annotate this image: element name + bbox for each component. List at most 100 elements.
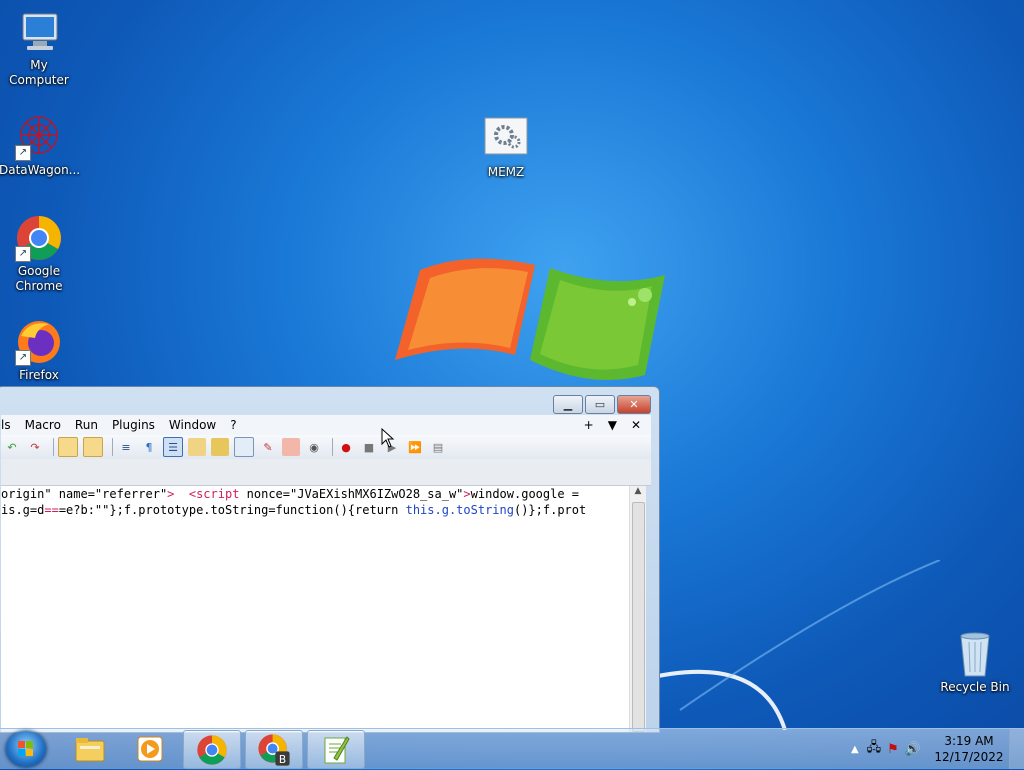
network-icon[interactable]: 🖧 <box>867 738 882 760</box>
computer-icon <box>15 8 63 56</box>
code-editor[interactable]: origin" name="referrer"> <script nonce="… <box>1 486 629 732</box>
show-desktop-button[interactable] <box>1009 729 1024 769</box>
light-streak <box>640 560 940 730</box>
desktop-icon-recycle-bin[interactable]: Recycle Bin <box>935 630 1015 695</box>
menu-bar: ls Macro Run Plugins Window ? + ▼ ✕ <box>1 415 651 435</box>
clock[interactable]: 3:19 AM 12/17/2022 <box>929 733 1009 765</box>
chrome-icon: ↗ <box>15 214 63 262</box>
wrap-icon[interactable]: ≡ <box>117 438 135 456</box>
close-button[interactable]: ✕ <box>617 395 651 414</box>
desktop-icon-datawagon[interactable]: ↗ DataWagon... <box>0 113 81 178</box>
language-icon[interactable] <box>188 438 206 456</box>
windows-start-icon <box>18 741 33 756</box>
editor-window[interactable]: ▁ ▭ ✕ ls Macro Run Plugins Window ? + ▼ … <box>0 386 660 733</box>
clock-time: 3:19 AM <box>944 734 994 748</box>
desktop-icon-label: Recycle Bin <box>940 680 1010 694</box>
folder-icon[interactable] <box>282 438 300 456</box>
menu-help[interactable]: ? <box>223 418 243 432</box>
indent-guide-icon[interactable]: ☰ <box>163 437 183 457</box>
code-token: ()};f.prot <box>513 503 587 517</box>
settings-file-icon <box>482 115 530 163</box>
taskbar-media-player-button[interactable] <box>122 730 178 767</box>
menu-run[interactable]: Run <box>68 418 105 432</box>
chrome-profile-icon: B <box>258 733 290 765</box>
code-token: =e?b:""};f.prototype.toString=function()… <box>58 503 406 517</box>
code-token: <script <box>188 487 240 501</box>
function-list-icon[interactable] <box>234 437 254 457</box>
shortcut-arrow-icon: ↗ <box>15 350 31 366</box>
shortcut-arrow-icon: ↗ <box>15 246 31 262</box>
menu-window[interactable]: Window <box>162 418 223 432</box>
code-token: nonce="JVaEXishMX6IZwO28_sa_w" <box>239 487 464 501</box>
code-token: window.google = <box>470 487 580 501</box>
taskbar-notepadpp-button[interactable] <box>307 730 365 769</box>
code-token: origin" name="referrer" <box>1 487 168 501</box>
show-all-chars-icon[interactable]: ¶ <box>140 438 158 456</box>
menu-plugins[interactable]: Plugins <box>105 418 162 432</box>
explorer-icon <box>75 737 105 761</box>
doc-map-icon[interactable] <box>211 438 229 456</box>
toolbar-separator <box>112 438 113 456</box>
add-tab-button[interactable]: + <box>584 418 594 432</box>
datawagon-icon: ↗ <box>15 113 63 161</box>
minimize-button[interactable]: ▁ <box>553 395 583 414</box>
tab-list-button[interactable]: ▼ <box>608 418 617 432</box>
desktop-icon-my-computer[interactable]: My Computer <box>0 8 79 88</box>
code-line-2: is.g=d===e?b:""};f.prototype.toString=fu… <box>1 502 629 518</box>
desktop-icon-google-chrome[interactable]: ↗ Google Chrome <box>0 214 79 294</box>
svg-text:B: B <box>279 752 286 765</box>
run-macro-multiple-icon[interactable]: ⏩ <box>406 438 424 456</box>
vertical-scrollbar[interactable]: ▲ <box>629 486 646 732</box>
monitoring-icon[interactable]: ◉ <box>305 438 323 456</box>
folder-workspace-icon[interactable]: ✎ <box>259 438 277 456</box>
redo-icon[interactable]: ↷ <box>26 438 44 456</box>
desktop-icon-firefox[interactable]: ↗ Firefox <box>0 318 79 383</box>
code-token: is.g=d <box>1 503 45 517</box>
maximize-button[interactable]: ▭ <box>585 395 615 414</box>
code-token: == <box>44 503 59 517</box>
taskbar-explorer-button[interactable] <box>62 730 118 767</box>
taskbar-chrome-button[interactable] <box>183 730 241 769</box>
scroll-thumb[interactable] <box>632 502 645 732</box>
tab-bar <box>1 459 651 486</box>
show-hidden-icons-button[interactable]: ▲ <box>851 744 859 755</box>
windows-logo <box>395 258 665 380</box>
menu-macro[interactable]: Macro <box>18 418 68 432</box>
undo-icon[interactable]: ↶ <box>3 438 21 456</box>
window-controls: ▁ ▭ ✕ <box>551 395 651 414</box>
notepadpp-icon <box>324 735 350 763</box>
desktop-icon-label: Firefox <box>19 368 59 382</box>
code-token: > <box>463 487 471 501</box>
save-macro-icon[interactable]: ▤ <box>429 438 447 456</box>
desktop-icon-memz[interactable]: MEMZ <box>466 115 546 180</box>
volume-icon[interactable]: 🔊 <box>905 742 921 757</box>
recycle-bin-icon <box>951 630 999 678</box>
system-tray: ▲ 🖧 ⚑ 🔊 3:19 AM 12/17/2022 <box>851 729 1024 769</box>
mouse-cursor-icon <box>381 428 395 448</box>
desktop-icon-label: Google Chrome <box>15 264 63 293</box>
action-center-icon[interactable]: ⚑ <box>887 742 899 757</box>
scroll-up-icon[interactable]: ▲ <box>630 486 646 500</box>
firefox-icon: ↗ <box>15 318 63 366</box>
close-tab-button[interactable]: ✕ <box>631 418 641 432</box>
zoom-out-icon[interactable] <box>83 437 103 457</box>
media-player-icon <box>137 736 163 761</box>
shortcut-arrow-icon: ↗ <box>15 145 31 161</box>
code-token: > <box>167 487 189 501</box>
chrome-icon <box>197 734 227 765</box>
start-button[interactable] <box>6 731 46 767</box>
desktop-icon-label: DataWagon... <box>0 163 81 177</box>
taskbar-chrome-profile-button[interactable]: B <box>245 730 303 769</box>
desktop-icon-label: MEMZ <box>487 165 525 179</box>
code-line-1: origin" name="referrer"> <script nonce="… <box>1 486 629 502</box>
toolbar: ↶ ↷ ≡ ¶ ☰ ✎ ◉ ● ■ ▶ ⏩ ▤ <box>1 435 651 459</box>
toolbar-separator <box>53 438 54 456</box>
menu-tools[interactable]: ls <box>1 418 18 432</box>
clock-date: 12/17/2022 <box>934 750 1004 764</box>
zoom-in-icon[interactable] <box>58 437 78 457</box>
desktop-icon-label: My Computer <box>9 58 69 87</box>
stop-macro-icon[interactable]: ■ <box>360 438 378 456</box>
toolbar-separator <box>332 438 333 456</box>
taskbar: B ▲ 🖧 ⚑ 🔊 3:19 AM 12/17/2022 <box>0 728 1024 769</box>
record-macro-icon[interactable]: ● <box>337 438 355 456</box>
